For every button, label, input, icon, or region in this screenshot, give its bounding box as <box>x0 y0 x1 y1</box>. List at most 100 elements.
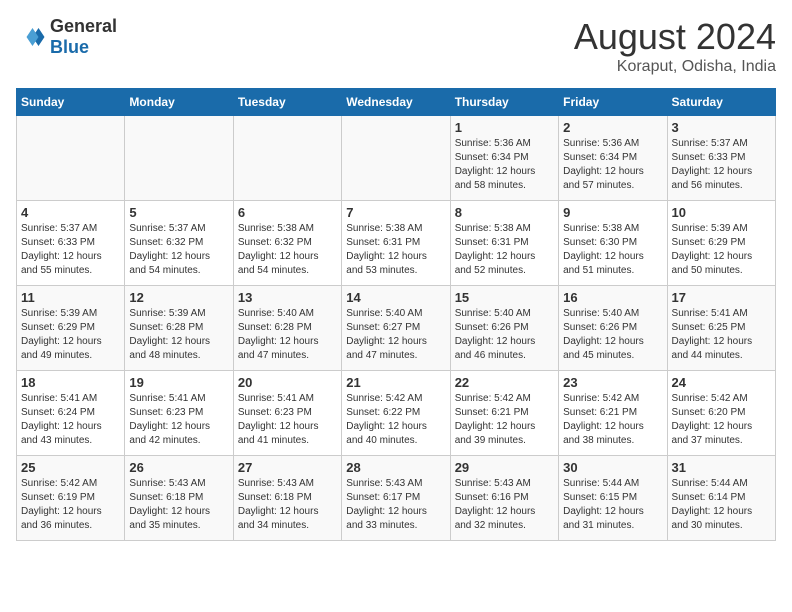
day-info: Sunrise: 5:41 AM Sunset: 6:23 PM Dayligh… <box>238 392 337 448</box>
day-info: Sunrise: 5:36 AM Sunset: 6:34 PM Dayligh… <box>563 137 662 193</box>
calendar-cell: 31 Sunrise: 5:44 AM Sunset: 6:14 PM Dayli… <box>667 456 775 541</box>
calendar-cell: 10 Sunrise: 5:39 AM Sunset: 6:29 PM Dayli… <box>667 201 775 286</box>
logo-icon <box>16 22 46 52</box>
day-info: Sunrise: 5:42 AM Sunset: 6:21 PM Dayligh… <box>563 392 662 448</box>
day-number: 12 <box>129 290 228 305</box>
calendar-cell: 9Sunrise: 5:38 AM Sunset: 6:30 PM Daylig… <box>559 201 667 286</box>
calendar-cell: 7 Sunrise: 5:38 AM Sunset: 6:31 PM Daylig… <box>342 201 450 286</box>
day-number: 20 <box>238 375 337 390</box>
header: General Blue August 2024 Koraput, Odisha… <box>16 16 776 76</box>
calendar-cell: 12Sunrise: 5:39 AM Sunset: 6:28 PM Dayli… <box>125 286 233 371</box>
day-info: Sunrise: 5:38 AM Sunset: 6:32 PM Dayligh… <box>238 222 337 278</box>
day-number: 16 <box>563 290 662 305</box>
day-info: Sunrise: 5:38 AM Sunset: 6:31 PM Dayligh… <box>346 222 445 278</box>
calendar-cell: 20 Sunrise: 5:41 AM Sunset: 6:23 PM Dayli… <box>233 371 341 456</box>
day-number: 27 <box>238 460 337 475</box>
day-header-friday: Friday <box>559 89 667 116</box>
title-block: August 2024 Koraput, Odisha, India <box>574 16 776 76</box>
calendar-cell: 1 Sunrise: 5:36 AM Sunset: 6:34 PM Daylig… <box>450 116 558 201</box>
day-number: 26 <box>129 460 228 475</box>
day-number: 4 <box>21 205 120 220</box>
day-info: Sunrise: 5:40 AM Sunset: 6:26 PM Dayligh… <box>455 307 554 363</box>
calendar-cell: 11 Sunrise: 5:39 AM Sunset: 6:29 PM Dayli… <box>17 286 125 371</box>
day-header-monday: Monday <box>125 89 233 116</box>
day-info: Sunrise: 5:36 AM Sunset: 6:34 PM Dayligh… <box>455 137 554 193</box>
day-number: 7 <box>346 205 445 220</box>
calendar-cell: 24Sunrise: 5:42 AM Sunset: 6:20 PM Dayli… <box>667 371 775 456</box>
day-info: Sunrise: 5:39 AM Sunset: 6:29 PM Dayligh… <box>672 222 771 278</box>
day-number: 1 <box>455 120 554 135</box>
calendar-cell: 27 Sunrise: 5:43 AM Sunset: 6:18 PM Dayli… <box>233 456 341 541</box>
day-info: Sunrise: 5:42 AM Sunset: 6:19 PM Dayligh… <box>21 477 120 533</box>
day-info: Sunrise: 5:41 AM Sunset: 6:24 PM Dayligh… <box>21 392 120 448</box>
day-info: Sunrise: 5:44 AM Sunset: 6:14 PM Dayligh… <box>672 477 771 533</box>
week-row-2: 4 Sunrise: 5:37 AM Sunset: 6:33 PM Daylig… <box>17 201 776 286</box>
day-header-wednesday: Wednesday <box>342 89 450 116</box>
calendar-cell: 30 Sunrise: 5:44 AM Sunset: 6:15 PM Dayli… <box>559 456 667 541</box>
week-row-4: 18 Sunrise: 5:41 AM Sunset: 6:24 PM Dayli… <box>17 371 776 456</box>
calendar-cell: 21 Sunrise: 5:42 AM Sunset: 6:22 PM Dayli… <box>342 371 450 456</box>
day-info: Sunrise: 5:38 AM Sunset: 6:31 PM Dayligh… <box>455 222 554 278</box>
calendar-cell <box>125 116 233 201</box>
week-row-5: 25 Sunrise: 5:42 AM Sunset: 6:19 PM Dayli… <box>17 456 776 541</box>
calendar-cell: 18 Sunrise: 5:41 AM Sunset: 6:24 PM Dayli… <box>17 371 125 456</box>
day-number: 15 <box>455 290 554 305</box>
day-info: Sunrise: 5:43 AM Sunset: 6:16 PM Dayligh… <box>455 477 554 533</box>
day-number: 21 <box>346 375 445 390</box>
calendar-cell: 6 Sunrise: 5:38 AM Sunset: 6:32 PM Daylig… <box>233 201 341 286</box>
day-number: 30 <box>563 460 662 475</box>
day-info: Sunrise: 5:37 AM Sunset: 6:33 PM Dayligh… <box>672 137 771 193</box>
calendar-table: SundayMondayTuesdayWednesdayThursdayFrid… <box>16 88 776 541</box>
logo-blue-text: Blue <box>50 37 117 58</box>
day-info: Sunrise: 5:41 AM Sunset: 6:23 PM Dayligh… <box>129 392 228 448</box>
day-number: 6 <box>238 205 337 220</box>
day-number: 29 <box>455 460 554 475</box>
day-number: 25 <box>21 460 120 475</box>
calendar-cell <box>342 116 450 201</box>
day-info: Sunrise: 5:42 AM Sunset: 6:22 PM Dayligh… <box>346 392 445 448</box>
day-number: 18 <box>21 375 120 390</box>
day-info: Sunrise: 5:43 AM Sunset: 6:18 PM Dayligh… <box>238 477 337 533</box>
calendar-cell: 22Sunrise: 5:42 AM Sunset: 6:21 PM Dayli… <box>450 371 558 456</box>
day-info: Sunrise: 5:41 AM Sunset: 6:25 PM Dayligh… <box>672 307 771 363</box>
header-row: SundayMondayTuesdayWednesdayThursdayFrid… <box>17 89 776 116</box>
day-number: 14 <box>346 290 445 305</box>
day-info: Sunrise: 5:37 AM Sunset: 6:32 PM Dayligh… <box>129 222 228 278</box>
day-info: Sunrise: 5:39 AM Sunset: 6:29 PM Dayligh… <box>21 307 120 363</box>
calendar-cell: 4 Sunrise: 5:37 AM Sunset: 6:33 PM Daylig… <box>17 201 125 286</box>
calendar-cell: 23 Sunrise: 5:42 AM Sunset: 6:21 PM Dayli… <box>559 371 667 456</box>
logo-general-text: General <box>50 16 117 37</box>
month-title: August 2024 <box>574 16 776 58</box>
calendar-cell: 25 Sunrise: 5:42 AM Sunset: 6:19 PM Dayli… <box>17 456 125 541</box>
day-info: Sunrise: 5:40 AM Sunset: 6:26 PM Dayligh… <box>563 307 662 363</box>
day-info: Sunrise: 5:44 AM Sunset: 6:15 PM Dayligh… <box>563 477 662 533</box>
day-info: Sunrise: 5:42 AM Sunset: 6:21 PM Dayligh… <box>455 392 554 448</box>
day-number: 19 <box>129 375 228 390</box>
calendar-cell: 14 Sunrise: 5:40 AM Sunset: 6:27 PM Dayli… <box>342 286 450 371</box>
day-number: 11 <box>21 290 120 305</box>
day-info: Sunrise: 5:43 AM Sunset: 6:17 PM Dayligh… <box>346 477 445 533</box>
day-number: 28 <box>346 460 445 475</box>
day-number: 10 <box>672 205 771 220</box>
calendar-cell: 15 Sunrise: 5:40 AM Sunset: 6:26 PM Dayli… <box>450 286 558 371</box>
logo-text: General Blue <box>50 16 117 58</box>
calendar-cell <box>17 116 125 201</box>
day-number: 23 <box>563 375 662 390</box>
day-info: Sunrise: 5:37 AM Sunset: 6:33 PM Dayligh… <box>21 222 120 278</box>
day-info: Sunrise: 5:40 AM Sunset: 6:27 PM Dayligh… <box>346 307 445 363</box>
calendar-cell: 2 Sunrise: 5:36 AM Sunset: 6:34 PM Daylig… <box>559 116 667 201</box>
day-info: Sunrise: 5:40 AM Sunset: 6:28 PM Dayligh… <box>238 307 337 363</box>
calendar-cell: 8Sunrise: 5:38 AM Sunset: 6:31 PM Daylig… <box>450 201 558 286</box>
calendar-cell: 19 Sunrise: 5:41 AM Sunset: 6:23 PM Dayli… <box>125 371 233 456</box>
location-title: Koraput, Odisha, India <box>574 58 776 76</box>
day-header-saturday: Saturday <box>667 89 775 116</box>
day-number: 3 <box>672 120 771 135</box>
calendar-cell: 3 Sunrise: 5:37 AM Sunset: 6:33 PM Daylig… <box>667 116 775 201</box>
day-header-thursday: Thursday <box>450 89 558 116</box>
day-info: Sunrise: 5:38 AM Sunset: 6:30 PM Dayligh… <box>563 222 662 278</box>
day-number: 2 <box>563 120 662 135</box>
day-number: 31 <box>672 460 771 475</box>
calendar-cell: 16 Sunrise: 5:40 AM Sunset: 6:26 PM Dayli… <box>559 286 667 371</box>
calendar-cell: 5Sunrise: 5:37 AM Sunset: 6:32 PM Daylig… <box>125 201 233 286</box>
calendar-cell <box>233 116 341 201</box>
